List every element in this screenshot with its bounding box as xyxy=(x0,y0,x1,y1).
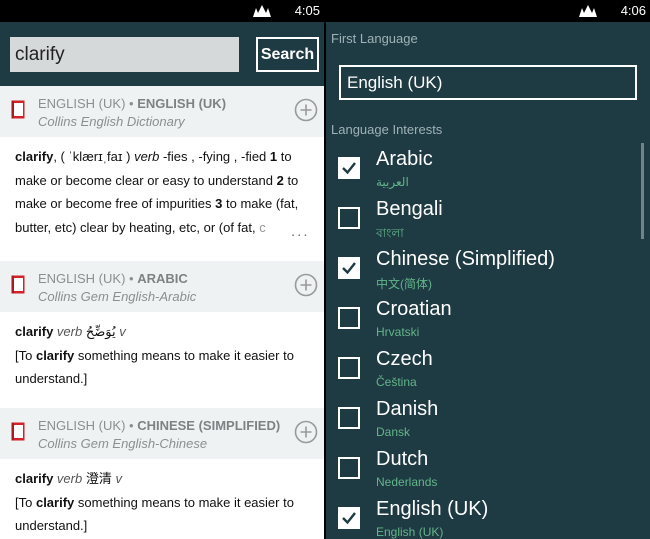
dictionary-languages: ENGLISH (UK) • ENGLISH (UK) xyxy=(38,96,227,111)
entry-translation: 澄清 xyxy=(85,471,112,486)
add-icon[interactable] xyxy=(294,98,318,122)
more-icon[interactable]: ... xyxy=(291,223,310,240)
status-time: 4:05 xyxy=(294,3,320,18)
dictionary-entry: clarify, ( ˈklærɪˌfaɪ ) verb -fies , -fy… xyxy=(15,149,310,240)
language-native-name: Dansk xyxy=(376,425,411,439)
checkbox[interactable] xyxy=(338,207,360,229)
book-icon xyxy=(11,100,25,119)
first-language-select[interactable]: English (UK) xyxy=(339,65,637,100)
language-name: English (UK) xyxy=(376,498,489,520)
scrollbar[interactable] xyxy=(641,143,644,239)
dictionary-header[interactable]: ENGLISH (UK) • ENGLISH (UK) Collins Engl… xyxy=(0,86,324,137)
check-icon xyxy=(342,162,356,175)
entry-headword: clarify xyxy=(15,324,54,339)
language-native-name: Čeština xyxy=(376,375,417,389)
dictionary-entry: clarify verb يُوَضِّحُ v [To clarify som… xyxy=(15,324,294,386)
book-icon xyxy=(11,422,25,441)
language-item[interactable]: Czech Čeština xyxy=(326,348,650,398)
checkbox[interactable] xyxy=(338,357,360,379)
language-name: Dutch xyxy=(376,448,429,470)
status-time: 4:06 xyxy=(620,3,646,18)
dictionary-languages: ENGLISH (UK) • ARABIC xyxy=(38,271,188,286)
status-bar: 4:06 xyxy=(326,0,650,22)
language-native-name: Nederlands xyxy=(376,475,438,489)
language-item[interactable]: Bengali বাংলা xyxy=(326,198,650,248)
language-native-name: العربية xyxy=(376,175,409,189)
entry-headword: clarify xyxy=(15,471,54,486)
add-icon[interactable] xyxy=(294,420,318,444)
language-item[interactable]: English (UK) English (UK) xyxy=(326,498,650,539)
language-name: Arabic xyxy=(376,148,433,170)
language-item[interactable]: Arabic العربية xyxy=(326,148,650,198)
first-language-label: First Language xyxy=(331,31,418,46)
language-native-name: বাংলা xyxy=(376,226,404,240)
dictionary-source: Collins Gem English-Chinese xyxy=(38,436,208,451)
checkbox[interactable] xyxy=(338,407,360,429)
check-icon xyxy=(342,262,356,275)
check-icon xyxy=(342,512,356,525)
signal-icon xyxy=(253,5,271,17)
checkbox[interactable] xyxy=(338,457,360,479)
dictionary-source: Collins Gem English-Arabic xyxy=(38,289,197,304)
dictionary-screen: 4:05 Search ENGLISH (UK) • ENGLISH (UK) … xyxy=(0,0,324,539)
entry-headword: clarify xyxy=(15,149,54,164)
settings-screen: 4:06 First Language English (UK) Languag… xyxy=(326,0,650,539)
language-native-name: 中文(简体) xyxy=(376,277,432,291)
checkbox[interactable] xyxy=(338,507,360,529)
language-native-name: English (UK) xyxy=(376,525,444,539)
checkbox[interactable] xyxy=(338,307,360,329)
search-input[interactable] xyxy=(10,37,239,72)
dictionary-source: Collins English Dictionary xyxy=(38,114,185,129)
dictionary-languages: ENGLISH (UK) • CHINESE (SIMPLIFIED) xyxy=(38,418,281,433)
signal-icon xyxy=(579,5,597,17)
language-native-name: Hrvatski xyxy=(376,325,420,339)
language-item[interactable]: Croatian Hrvatski xyxy=(326,298,650,348)
language-item[interactable]: Chinese (Simplified) 中文(简体) xyxy=(326,248,650,298)
language-name: Czech xyxy=(376,348,433,370)
language-name: Danish xyxy=(376,398,439,420)
add-icon[interactable] xyxy=(294,273,318,297)
language-item[interactable]: Dutch Nederlands xyxy=(326,448,650,498)
search-button[interactable]: Search xyxy=(256,37,319,72)
language-name: Chinese (Simplified) xyxy=(376,248,555,270)
search-bar: Search xyxy=(0,22,324,86)
language-interests-label: Language Interests xyxy=(331,122,443,137)
dictionary-header[interactable]: ENGLISH (UK) • CHINESE (SIMPLIFIED) Coll… xyxy=(0,408,324,459)
entry-translation: يُوَضِّحُ xyxy=(85,324,116,339)
language-name: Croatian xyxy=(376,298,452,320)
language-name: Bengali xyxy=(376,198,443,220)
checkbox[interactable] xyxy=(338,257,360,279)
status-bar: 4:05 xyxy=(0,0,324,22)
checkbox[interactable] xyxy=(338,157,360,179)
book-icon xyxy=(11,275,25,294)
dictionary-header[interactable]: ENGLISH (UK) • ARABIC Collins Gem Englis… xyxy=(0,261,324,312)
language-item[interactable]: Danish Dansk xyxy=(326,398,650,448)
dictionary-entry: clarify verb 澄清 v [To clarify something … xyxy=(15,471,294,533)
